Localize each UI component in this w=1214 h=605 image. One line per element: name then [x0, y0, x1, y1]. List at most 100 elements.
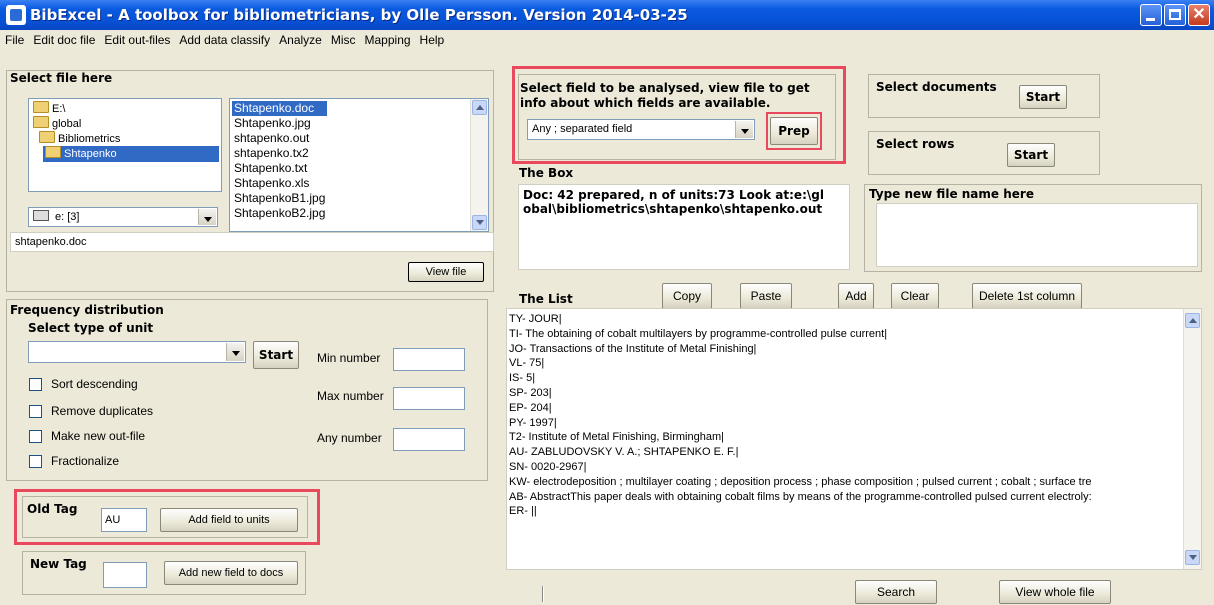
select-documents-start-button[interactable]: Start [1019, 85, 1067, 109]
new-file-name-input[interactable] [876, 203, 1198, 267]
highlight-box [14, 489, 320, 545]
menu-analyze[interactable]: Analyze [274, 30, 326, 47]
file-item[interactable]: Shtapenko.xls [232, 176, 327, 191]
minimize-button[interactable] [1140, 4, 1162, 26]
frequency-heading: Frequency distribution [10, 303, 164, 317]
file-item[interactable]: ShtapenkoB2.jpg [232, 206, 327, 221]
select-documents-label: Select documents [876, 80, 997, 94]
chevron-down-icon[interactable] [226, 343, 244, 361]
min-number-input[interactable] [393, 348, 465, 371]
menu-help[interactable]: Help [415, 30, 449, 47]
select-file-heading: Select file here [10, 71, 113, 85]
select-unit-label: Select type of unit [28, 321, 154, 335]
delete-first-column-button[interactable]: Delete 1st column [972, 283, 1082, 309]
maximize-button[interactable] [1164, 4, 1186, 26]
minimize-icon [1146, 18, 1155, 21]
open-folder-icon [33, 101, 49, 113]
make-new-outfile-checkbox[interactable] [29, 430, 42, 443]
list-line: KW- electrodeposition ; multilayer coati… [509, 475, 1092, 488]
list-line: JO- Transactions of the Institute of Met… [509, 342, 757, 355]
menu-bar: File Edit doc file Edit out-files Add data … [0, 30, 1214, 50]
list-line: T2- Institute of Metal Finishing, Birmin… [509, 431, 724, 444]
frequency-start-button[interactable]: Start [253, 341, 299, 369]
folder-global[interactable]: global [33, 116, 81, 130]
chevron-down-icon[interactable] [198, 209, 216, 225]
drive-icon [33, 210, 49, 221]
view-whole-file-button[interactable]: View whole file [999, 580, 1111, 604]
sort-descending-label: Sort descending [51, 377, 138, 391]
clear-button[interactable]: Clear [891, 283, 939, 309]
scroll-down-icon[interactable] [1185, 550, 1200, 565]
menu-edit-out-files[interactable]: Edit out-files [99, 30, 174, 47]
new-file-name-heading: Type new file name here [869, 187, 1034, 201]
select-rows-label: Select rows [876, 137, 955, 151]
maximize-icon [1169, 9, 1181, 20]
view-file-button[interactable]: View file [408, 262, 484, 282]
max-number-label: Max number [317, 389, 384, 403]
search-button[interactable]: Search [855, 580, 937, 604]
list-scrollbar[interactable] [1183, 309, 1201, 569]
drive-select[interactable]: e: [3] [28, 207, 218, 227]
scroll-up-icon[interactable] [1185, 313, 1200, 328]
list-line: VL- 75| [509, 357, 545, 370]
list-line: AU- ZABLUDOVSKY V. A.; SHTAPENKO E. F.| [509, 446, 739, 459]
copy-button[interactable]: Copy [662, 283, 712, 309]
remove-duplicates-label: Remove duplicates [51, 404, 154, 418]
remove-duplicates-checkbox[interactable] [29, 405, 42, 418]
file-item[interactable]: Shtapenko.jpg [232, 116, 327, 131]
add-new-field-to-docs-button[interactable]: Add new field to docs [164, 561, 298, 585]
add-button[interactable]: Add [838, 283, 874, 309]
window-title: BibExcel - A toolbox for bibliometrician… [30, 6, 688, 24]
menu-mapping[interactable]: Mapping [360, 30, 415, 47]
select-rows-start-button[interactable]: Start [1007, 143, 1055, 167]
new-tag-input[interactable] [103, 562, 147, 588]
folder-e[interactable]: E:\ [33, 101, 65, 115]
scroll-down-icon[interactable] [472, 215, 487, 230]
file-item[interactable]: Shtapenko.txt [232, 161, 327, 176]
open-folder-icon [39, 131, 55, 143]
close-icon: ✕ [1192, 6, 1206, 23]
fractionalize-label: Fractionalize [51, 454, 120, 468]
file-item[interactable]: shtapenko.tx2 [232, 146, 327, 161]
the-box-heading: The Box [519, 166, 574, 180]
unit-type-select[interactable] [28, 341, 246, 363]
list-line: TI- The obtaining of cobalt multilayers … [509, 327, 888, 340]
any-number-label: Any number [317, 431, 382, 445]
file-list[interactable]: Shtapenko.doc Shtapenko.jpg shtapenko.ou… [229, 98, 489, 232]
the-list-heading: The List [519, 292, 573, 306]
the-box-text[interactable]: Doc: 42 prepared, n of units:73 Look at:… [518, 184, 850, 270]
paste-button[interactable]: Paste [740, 283, 792, 309]
open-folder-icon [33, 116, 49, 128]
list-line: SP- 203| [509, 386, 552, 399]
folder-bibliometrics[interactable]: Bibliometrics [39, 131, 120, 145]
menu-add-data-classify[interactable]: Add data classify [174, 30, 274, 47]
list-line: PY- 1997| [509, 416, 557, 429]
menu-edit-doc-file[interactable]: Edit doc file [28, 30, 99, 47]
max-number-input[interactable] [393, 387, 465, 410]
list-line: TY- JOUR| [509, 313, 562, 325]
the-list-text[interactable]: TY- JOUR| TI- The obtaining of cobalt mu… [506, 308, 1202, 570]
file-item[interactable]: ShtapenkoB1.jpg [232, 191, 327, 206]
open-folder-icon [45, 146, 61, 158]
menu-misc[interactable]: Misc [326, 30, 360, 47]
scroll-up-icon[interactable] [472, 100, 487, 115]
file-item[interactable]: Shtapenko.doc [232, 101, 328, 116]
min-number-label: Min number [317, 351, 381, 365]
list-line: AB- AbstractThis paper deals with obtain… [509, 490, 1092, 503]
new-tag-label: New Tag [30, 557, 87, 571]
title-bar[interactable]: BibExcel - A toolbox for bibliometrician… [0, 0, 1214, 30]
menu-file[interactable]: File [0, 30, 28, 47]
app-icon [6, 5, 26, 25]
list-line: SN- 0020-2967| [509, 460, 587, 473]
any-number-input[interactable] [393, 428, 465, 451]
search-input[interactable] [542, 586, 544, 602]
folder-tree[interactable]: E:\ global Bibliometrics Shtapenko [28, 98, 222, 192]
fractionalize-checkbox[interactable] [29, 455, 42, 468]
file-item[interactable]: shtapenko.out [232, 131, 327, 146]
file-list-scrollbar[interactable] [470, 99, 488, 231]
sort-descending-checkbox[interactable] [29, 378, 42, 391]
folder-shtapenko[interactable]: Shtapenko [43, 146, 219, 162]
close-button[interactable]: ✕ [1188, 4, 1210, 26]
list-line: ER- || [509, 505, 537, 518]
path-field[interactable]: shtapenko.doc [10, 232, 494, 252]
